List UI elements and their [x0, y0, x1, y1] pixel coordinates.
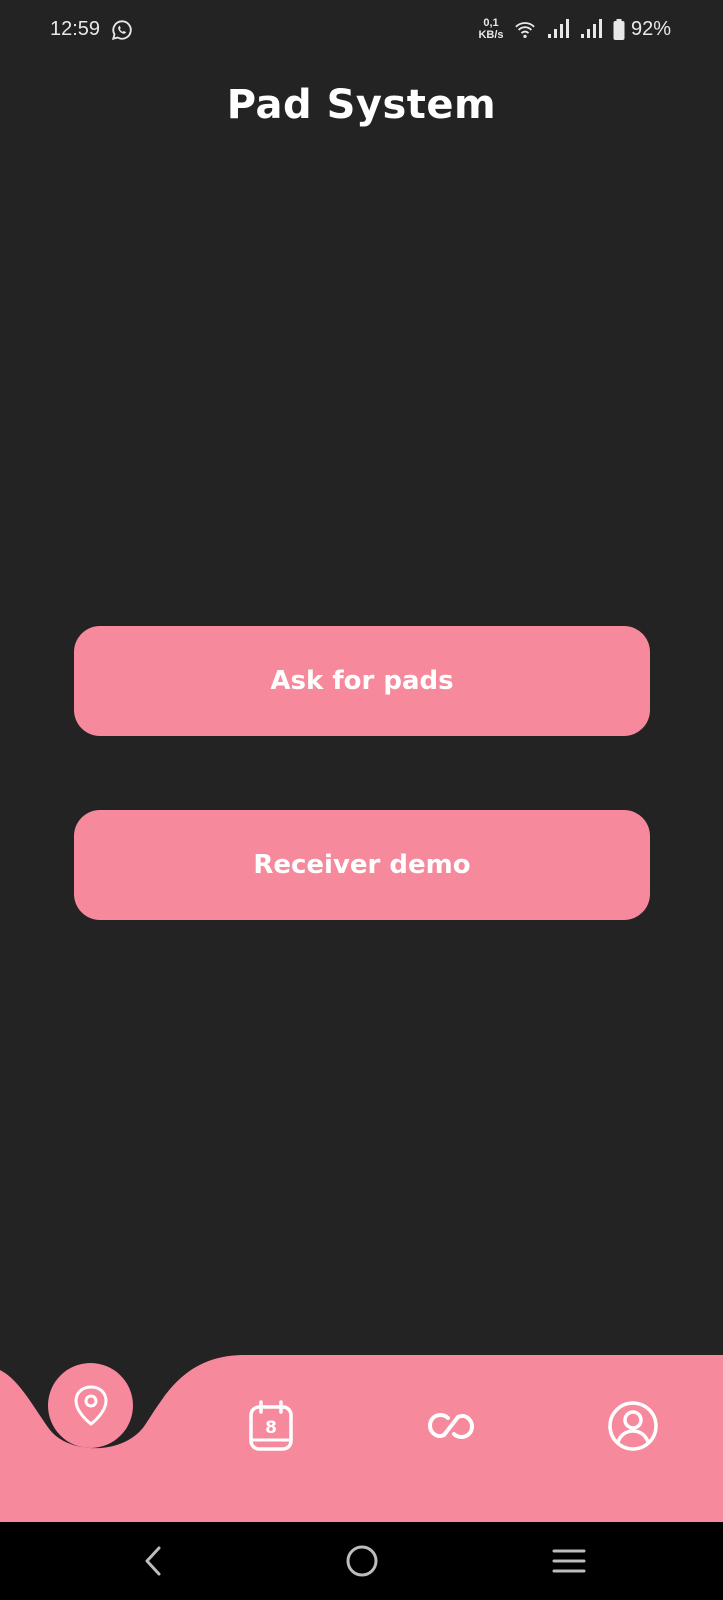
wifi-icon — [515, 22, 535, 38]
system-home-button[interactable] — [342, 1544, 382, 1578]
network-speed: 0,1 KB/s — [476, 17, 506, 41]
nav-profile-button[interactable] — [605, 1398, 661, 1454]
back-icon — [145, 1546, 161, 1576]
page-title: Pad System — [226, 82, 497, 128]
receiver-demo-button[interactable]: Receiver demo — [74, 810, 650, 920]
system-navigation-bar — [0, 1522, 723, 1600]
app-screen: 12:59 0,1 KB/s 92% Pad System Ask for pa… — [0, 0, 723, 1600]
receiver-demo-label: Receiver demo — [253, 850, 471, 880]
location-pin-icon — [74, 1385, 107, 1425]
whatsapp-icon — [111, 20, 132, 41]
ask-for-pads-button[interactable]: Ask for pads — [74, 626, 650, 736]
calendar-badge: 8 — [265, 1418, 277, 1438]
nav-link-button[interactable] — [423, 1398, 479, 1454]
calendar-icon: 8 — [249, 1400, 293, 1451]
nav-calendar-button[interactable]: 8 — [243, 1398, 299, 1454]
system-recents-button[interactable] — [549, 1544, 589, 1578]
network-speed-unit: KB/s — [478, 29, 504, 41]
system-back-button[interactable] — [133, 1544, 173, 1578]
status-time: 12:59 — [50, 18, 101, 40]
signal-icon — [581, 19, 602, 38]
battery-percentage: 92% — [631, 18, 672, 40]
status-bar: 12:59 0,1 KB/s 92% — [0, 0, 723, 62]
recents-icon — [552, 1549, 586, 1573]
link-icon — [428, 1413, 474, 1439]
home-icon — [346, 1545, 378, 1577]
signal-icon — [548, 19, 569, 38]
nav-location-button[interactable] — [48, 1363, 133, 1448]
network-speed-value: 0,1 — [483, 17, 499, 29]
ask-for-pads-label: Ask for pads — [270, 666, 454, 696]
profile-icon — [608, 1401, 658, 1451]
battery-icon — [613, 19, 625, 40]
